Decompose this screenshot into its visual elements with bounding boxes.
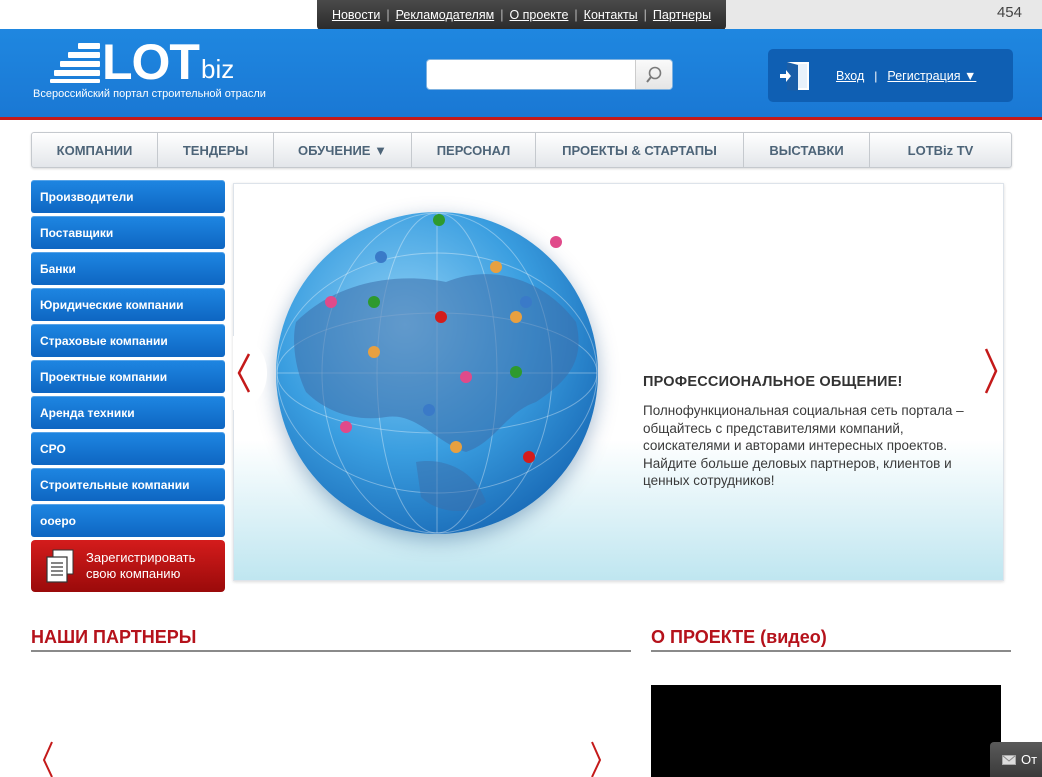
search-icon	[646, 66, 662, 83]
sidebar-item-equipment-rental[interactable]: Аренда техники	[31, 396, 225, 429]
globe-network-illustration	[276, 212, 598, 534]
sidebar-item-ooero[interactable]: ооеро	[31, 504, 225, 537]
logo-suffix-text: biz	[200, 54, 235, 84]
nav-projects-startups[interactable]: ПРОЕКТЫ & СТАРТАПЫ	[536, 133, 744, 167]
video-divider	[651, 650, 1011, 652]
register-company-line1: Зарегистрировать	[86, 550, 196, 565]
sidebar-item-suppliers[interactable]: Поставщики	[31, 216, 225, 249]
search-button[interactable]	[635, 60, 672, 89]
document-icon	[46, 549, 74, 583]
sidebar-item-sro[interactable]: СРО	[31, 432, 225, 465]
slide-title: ПРОФЕССИОНАЛЬНОЕ ОБЩЕНИЕ!	[643, 374, 903, 390]
slider-prev-arrow[interactable]	[233, 336, 267, 410]
feedback-tab[interactable]: От	[990, 742, 1042, 777]
video-heading: О ПРОЕКТЕ (видео)	[651, 627, 827, 647]
top-nav-advertisers[interactable]: Рекламодателям	[396, 8, 495, 22]
top-nav: Новости | Рекламодателям | О проекте | К…	[317, 0, 726, 30]
nav-tenders[interactable]: ТЕНДЕРЫ	[158, 133, 274, 167]
search-input[interactable]	[427, 60, 635, 89]
top-nav-separator: |	[386, 8, 390, 22]
visitor-counter: 454	[996, 4, 1022, 21]
top-nav-partners[interactable]: Партнеры	[653, 8, 711, 22]
auth-box: Вход | Регистрация ▼	[768, 49, 1013, 102]
slider-next-arrow[interactable]	[980, 345, 1002, 397]
logo-main-text: LOT	[102, 34, 200, 90]
sidebar-item-manufacturers[interactable]: Производители	[31, 180, 225, 213]
door-icon	[780, 61, 809, 91]
register-link[interactable]: Регистрация ▼	[887, 69, 976, 83]
envelope-icon	[1002, 754, 1016, 765]
main-nav: КОМПАНИИ ТЕНДЕРЫ ОБУЧЕНИЕ ▼ ПЕРСОНАЛ ПРО…	[31, 132, 1012, 168]
partners-prev-arrow[interactable]	[40, 740, 56, 777]
sidebar-item-design-firms[interactable]: Проектные компании	[31, 360, 225, 393]
slide-description: Полнофункциональная социальная сеть порт…	[643, 403, 964, 488]
site-logo[interactable]: LOT biz	[50, 34, 235, 90]
search-box	[426, 59, 673, 90]
nav-exhibitions[interactable]: ВЫСТАВКИ	[744, 133, 870, 167]
bricks-icon	[50, 43, 100, 83]
top-nav-news[interactable]: Новости	[332, 8, 380, 22]
sidebar-item-banks[interactable]: Банки	[31, 252, 225, 285]
auth-separator: |	[874, 68, 878, 83]
partners-heading: НАШИ ПАРТНЕРЫ	[31, 627, 197, 647]
nav-personnel[interactable]: ПЕРСОНАЛ	[412, 133, 536, 167]
top-nav-separator: |	[574, 8, 578, 22]
nav-companies[interactable]: КОМПАНИИ	[32, 133, 158, 167]
partners-next-arrow[interactable]	[588, 740, 604, 777]
site-header: LOT biz Всероссийский портал строительно…	[0, 29, 1042, 120]
top-nav-separator: |	[643, 8, 647, 22]
top-right-bar	[726, 0, 1042, 29]
feedback-label: От	[1021, 752, 1038, 767]
sidebar-item-insurance[interactable]: Страховые компании	[31, 324, 225, 357]
nav-lotbiz-tv[interactable]: LOTBiz TV	[870, 133, 1011, 167]
sidebar-item-construction[interactable]: Строительные компании	[31, 468, 225, 501]
top-nav-contacts[interactable]: Контакты	[584, 8, 638, 22]
promo-slider: ПРОФЕССИОНАЛЬНОЕ ОБЩЕНИЕ! Полнофункциона…	[233, 183, 1004, 581]
site-tagline: Всероссийский портал строительной отрасл…	[33, 88, 266, 100]
sidebar-item-law-firms[interactable]: Юридические компании	[31, 288, 225, 321]
partners-divider	[31, 650, 631, 652]
register-company-line2: свою компанию	[86, 566, 181, 581]
login-link[interactable]: Вход	[836, 69, 864, 83]
video-player[interactable]	[651, 685, 1001, 777]
register-company-button[interactable]: Зарегистрировать свою компанию	[31, 540, 225, 592]
top-nav-about[interactable]: О проекте	[509, 8, 568, 22]
sidebar: Производители Поставщики Банки Юридическ…	[31, 180, 225, 592]
top-nav-separator: |	[500, 8, 504, 22]
register-company-label: Зарегистрировать свою компанию	[86, 550, 195, 582]
nav-training[interactable]: ОБУЧЕНИЕ ▼	[274, 133, 412, 167]
